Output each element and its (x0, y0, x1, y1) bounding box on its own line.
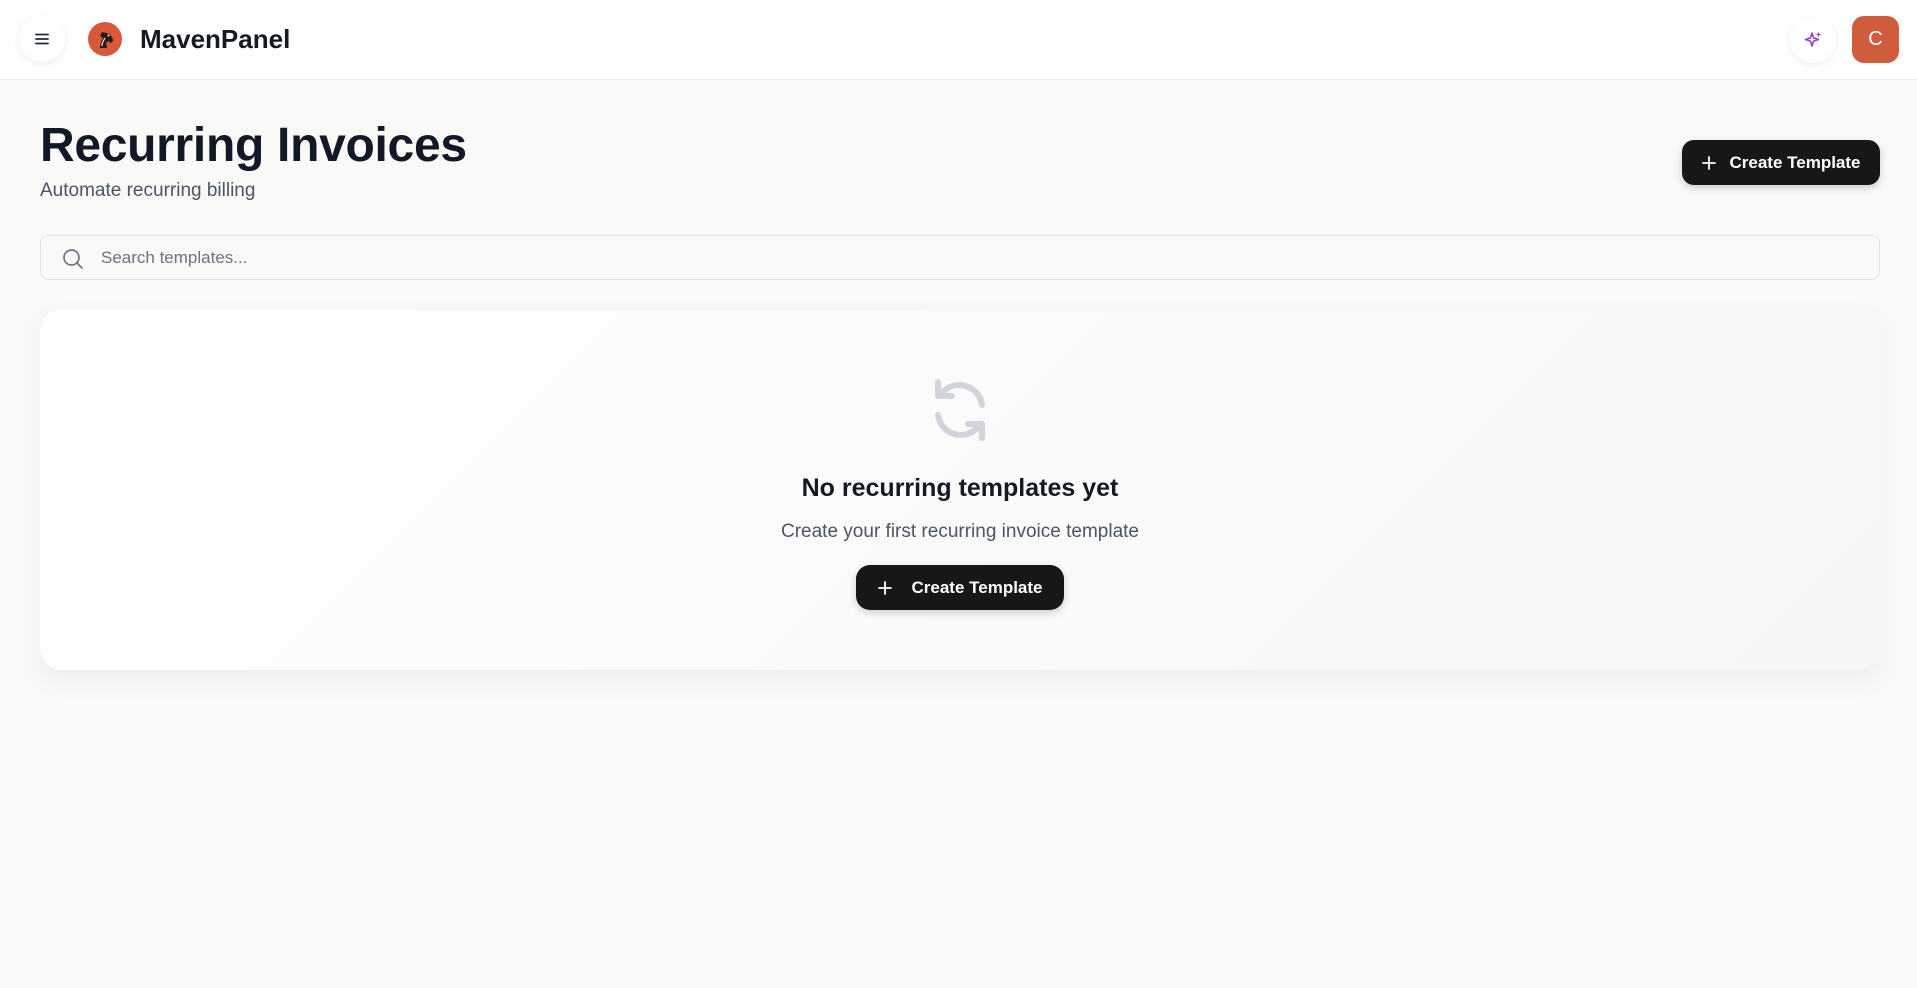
menu-button[interactable] (19, 16, 65, 62)
plus-icon (877, 580, 893, 596)
hamburger-menu-icon (35, 33, 49, 45)
assistant-button[interactable] (1790, 17, 1836, 63)
plus-icon (1701, 155, 1717, 171)
empty-create-template-label: Create Template (911, 577, 1043, 597)
user-avatar[interactable]: C (1852, 16, 1899, 63)
empty-state-card: No recurring templates yet Create your f… (40, 310, 1880, 670)
create-template-button[interactable]: Create Template (1682, 140, 1880, 185)
empty-create-template-button[interactable]: Create Template (856, 565, 1064, 610)
horse-logo-icon[interactable] (88, 22, 122, 56)
page-subtitle: Automate recurring billing (40, 180, 256, 201)
search-input[interactable] (101, 236, 1861, 279)
search-icon (61, 247, 85, 276)
brand-name[interactable]: MavenPanel (140, 24, 290, 55)
search-bar (40, 235, 1880, 280)
top-bar: MavenPanel C (0, 0, 1917, 80)
empty-state-description: Create your first recurring invoice temp… (781, 521, 1139, 542)
sparkles-icon (1804, 31, 1822, 47)
page-title: Recurring Invoices (40, 119, 467, 172)
empty-state-title: No recurring templates yet (801, 474, 1119, 502)
create-template-label: Create Template (1729, 152, 1861, 172)
refresh-cycle-icon (924, 374, 996, 451)
